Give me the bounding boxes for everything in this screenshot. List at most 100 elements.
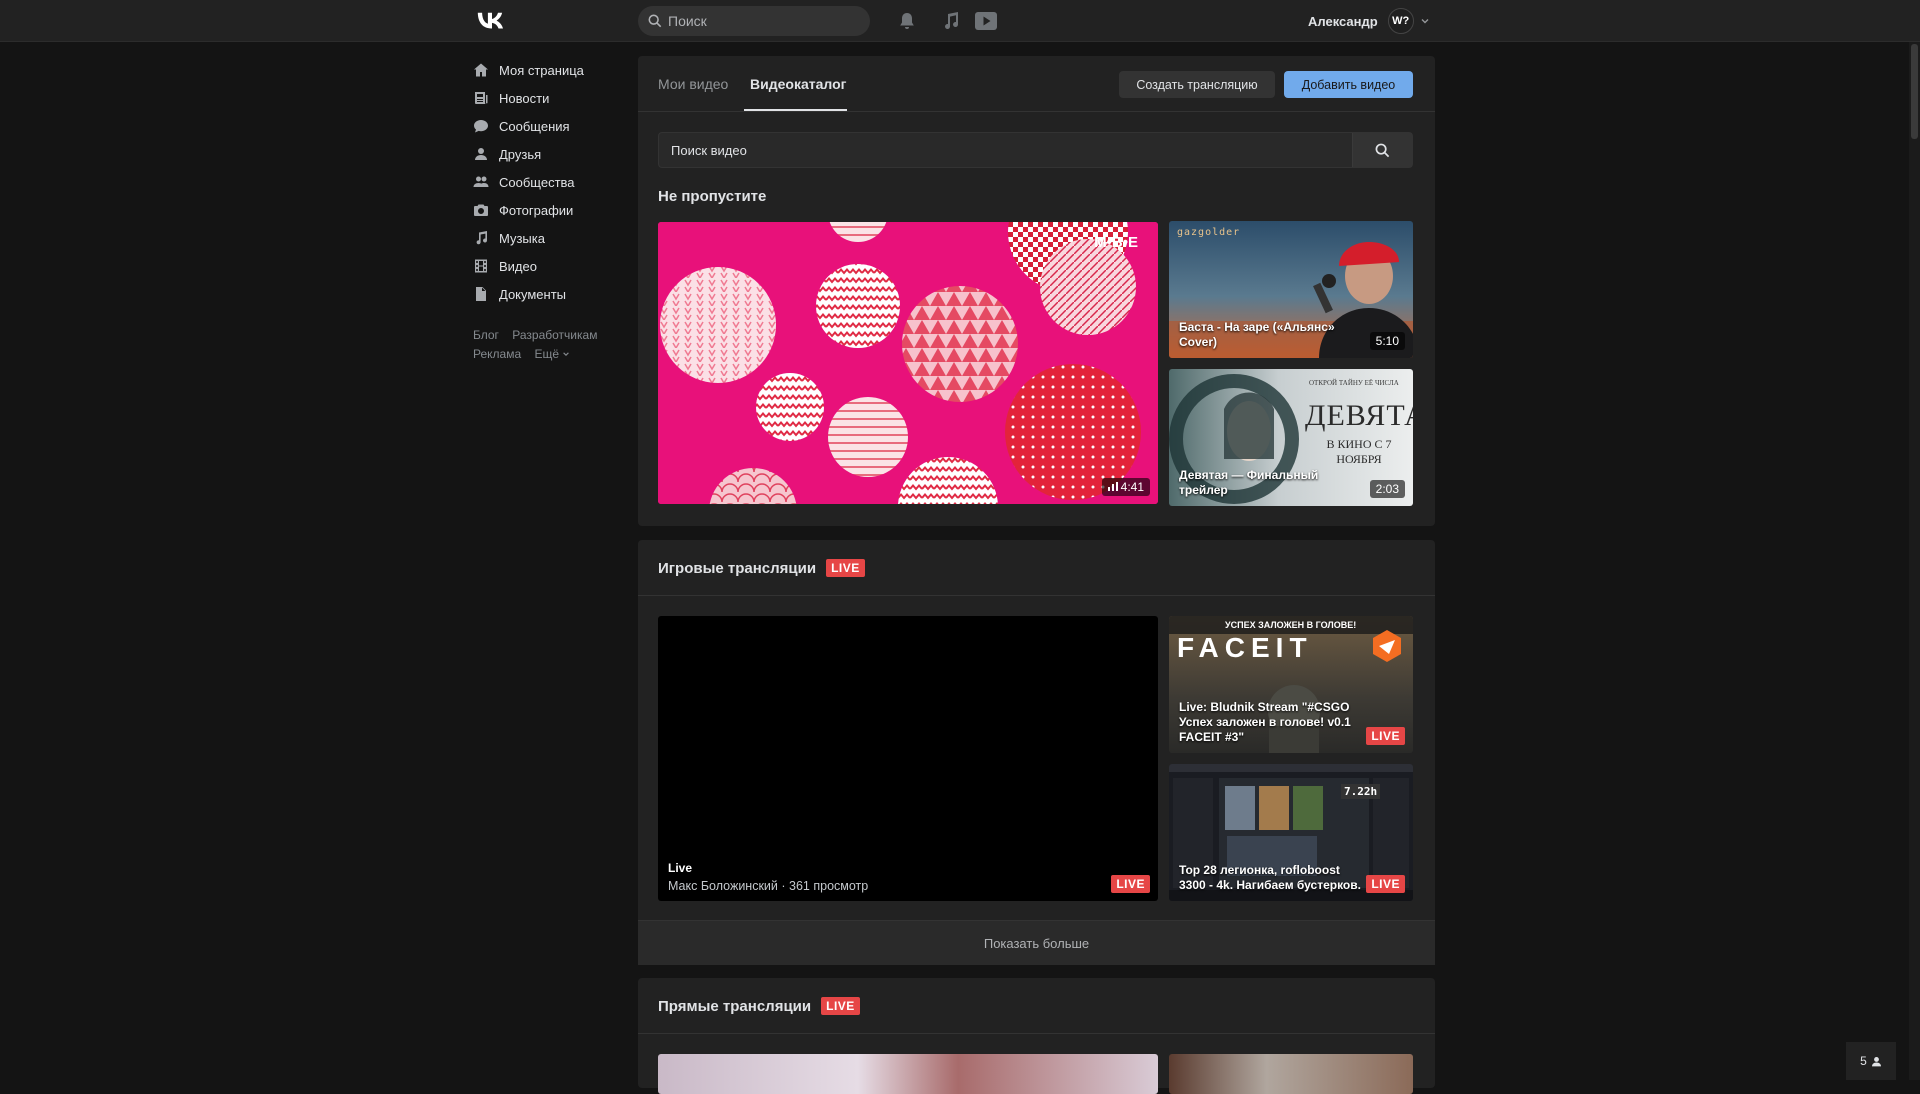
channel-logo: M•B•E [1094,234,1138,251]
live-badge: LIVE [821,997,860,1015]
poster-title: ДЕВЯТАЯ [1305,399,1413,432]
bars-icon [1107,482,1118,491]
poster-release: В КИНО С 7 НОЯБРЯ [1326,437,1392,466]
sidebar-item-communities[interactable]: Сообщества [473,168,623,196]
search-placeholder: Поиск [668,13,707,29]
section-title-text: Игровые трансляции [658,559,817,577]
search-icon [1375,143,1390,157]
left-sidebar: Моя страница Новости Сообщения Друзья Со… [473,56,623,364]
video-search-field[interactable]: Поиск видео [658,132,1413,168]
video-duration: 5:10 [1369,332,1405,350]
video-search-input[interactable]: Поиск видео [659,143,1352,158]
messages-icon [474,120,488,133]
create-stream-button[interactable]: Создать трансляцию [1119,71,1275,98]
user-menu[interactable]: Александр W? [1308,8,1430,34]
sidebar-item-label: Документы [499,286,567,302]
scrollbar-thumb[interactable] [1911,44,1918,139]
sidebar-item-music[interactable]: Музыка [473,224,623,252]
more-link[interactable]: Ещё [534,347,570,361]
poster-tagline: ОТКРОЙ ТАЙНУ ЕЁ ЧИСЛА [1309,379,1399,387]
meta-separator: · [781,879,790,893]
friends-icon [475,148,487,160]
sidebar-item-label: Новости [499,90,550,106]
global-search-input[interactable]: Поиск [638,6,870,36]
more-link-label: Ещё [534,347,560,361]
video-play-icon[interactable] [974,10,998,32]
side-video-thumbnail[interactable]: ДЕВЯТАЯ ОТКРОЙ ТАЙНУ ЕЁ ЧИСЛА В КИНО С 7… [1169,369,1413,506]
sidebar-item-my-page[interactable]: Моя страница [473,56,623,84]
video-catalog-card: Мои видео Видеокаталог Создать трансляци… [638,56,1435,526]
featured-video-thumbnail[interactable]: M•B•E 4:41 [658,222,1158,504]
video-duration: 2:03 [1369,480,1405,498]
sidebar-item-label: Музыка [499,230,545,246]
featured-video-artwork [658,222,1158,504]
chevron-down-icon [1421,19,1429,24]
sidebar-item-label: Фотографии [499,202,574,218]
video-icon [475,259,487,273]
page-scrollbar[interactable] [1909,42,1920,1080]
sidebar-item-label: Сообщества [499,174,575,190]
music-player-icon[interactable] [940,10,962,32]
stream-thumbnail[interactable] [1169,1054,1413,1094]
video-search-button[interactable] [1352,133,1412,167]
user-name: Александр [1308,13,1378,29]
sidebar-item-friends[interactable]: Друзья [473,140,623,168]
section-title-game-streams: Игровые трансляции LIVE [658,559,865,577]
side-stream-thumbnail[interactable]: УСПЕХ ЗАЛОЖЕН В ГОЛОВЕ! FACEIT Live: Blu… [1169,616,1413,753]
live-badge: LIVE [1366,727,1405,745]
add-video-button[interactable]: Добавить видео [1284,71,1413,98]
stream-views: 361 просмотр [789,879,869,893]
stream-title: Live: Bludnik Stream "#CSGO Успех заложе… [1179,700,1351,744]
blog-link[interactable]: Блог [473,328,499,342]
side-video-thumbnail[interactable]: gazgolder Баста - На заре («Альянс» Cove… [1169,221,1413,358]
video-title: Баста - На заре («Альянс» Cover) [1179,320,1335,349]
developers-link[interactable]: Разработчикам [512,328,597,342]
stream-title: Live [668,861,693,875]
document-icon [476,287,486,301]
ads-link[interactable]: Реклама [473,347,521,361]
stream-thumbnail[interactable] [658,1054,1158,1094]
side-stream-thumbnail[interactable]: 7.22h Top 28 легионка, rofloboost 3300 -… [1169,764,1413,901]
sidebar-item-label: Видео [499,258,537,274]
search-icon [648,14,662,28]
section-title-text: Прямые трансляции [658,997,812,1015]
communities-icon [473,176,489,187]
online-friends-widget[interactable]: 5 [1846,1042,1896,1080]
stream-overlay-stat: 7.22h [1341,784,1381,799]
stream-meta: Макс Боложинский · 361 просмотр [668,879,868,893]
vk-logo-icon[interactable] [473,8,507,32]
show-more-button[interactable]: Показать больше [638,920,1435,965]
sidebar-item-news[interactable]: Новости [473,84,623,112]
tab-my-videos[interactable]: Мои видео [658,76,728,92]
stream-author[interactable]: Макс Боложинский [668,879,778,893]
sidebar-item-video[interactable]: Видео [473,252,623,280]
avatar: W? [1387,8,1414,34]
live-badge: LIVE [826,559,865,577]
live-streams-card: Прямые трансляции LIVE [638,978,1435,1094]
main-stream-player[interactable]: Live Макс Боложинский · 361 просмотр LIV… [658,616,1158,901]
divider [638,595,1435,596]
sidebar-item-photos[interactable]: Фотографии [473,196,623,224]
tab-video-catalog[interactable]: Видеокаталог [750,76,846,92]
sidebar-item-messages[interactable]: Сообщения [473,112,623,140]
notifications-bell-icon[interactable] [896,10,918,32]
sidebar-item-label: Моя страница [499,62,584,78]
stream-tagline: УСПЕХ ЗАЛОЖЕН В ГОЛОВЕ! [1225,620,1357,630]
top-header: Поиск Александр W? [0,0,1920,42]
music-icon [476,231,488,245]
active-tab-indicator [744,109,847,111]
sidebar-footer-links: Блог Разработчикам Реклама Ещё [473,326,623,364]
live-badge: LIVE [1366,875,1405,893]
sidebar-item-documents[interactable]: Документы [473,280,623,308]
home-icon [474,63,488,77]
divider [638,1033,1435,1034]
user-icon [1871,1056,1881,1066]
stream-brand-text: FACEIT [1177,632,1313,663]
section-title-dont-miss: Не пропустите [658,188,767,205]
live-badge: LIVE [1111,875,1150,893]
video-duration: 4:41 [1101,478,1150,496]
sidebar-item-label: Сообщения [499,118,570,134]
news-icon [475,92,488,104]
video-tabs: Мои видео Видеокаталог Создать трансляци… [638,56,1435,112]
label-overlay: gazgolder [1177,227,1241,238]
